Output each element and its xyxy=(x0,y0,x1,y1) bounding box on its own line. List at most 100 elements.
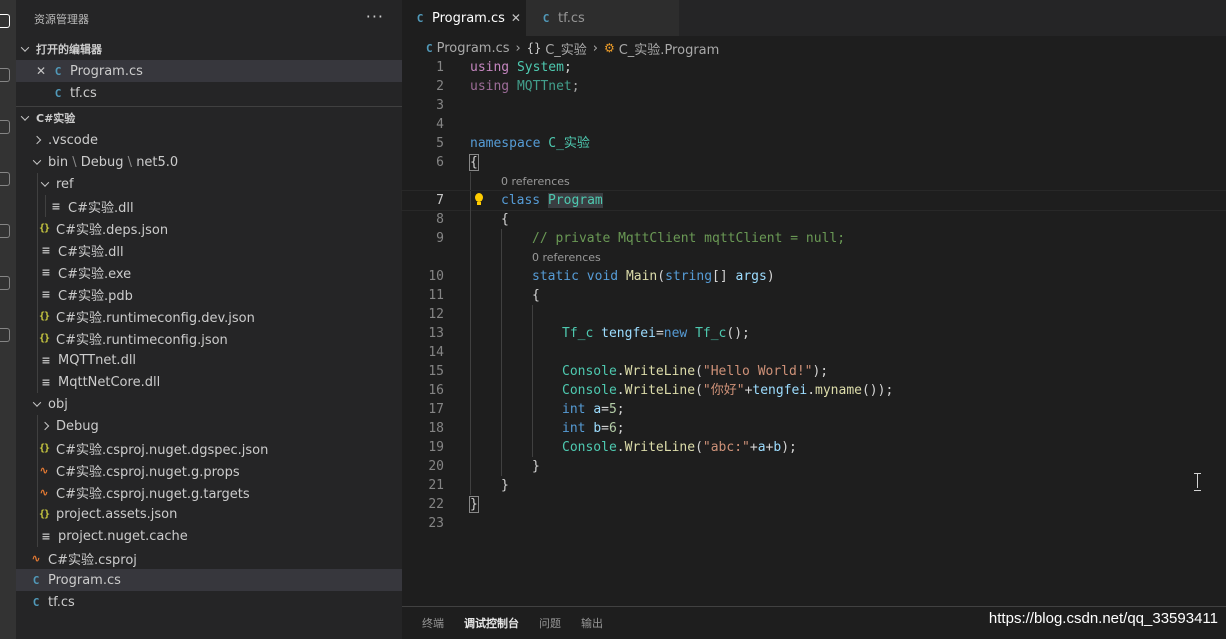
indent-guide xyxy=(37,437,38,459)
code-editor[interactable]: 1 using System; 2 using MQTTnet; 3 4 5 name… xyxy=(401,58,1226,533)
explorer-header: 资源管理器 ··· xyxy=(16,0,402,38)
file-label: C#实验.runtimeconfig.json xyxy=(56,332,228,348)
line-number: 20 xyxy=(428,459,444,474)
source-control-icon[interactable] xyxy=(0,120,10,134)
line-number: 22 xyxy=(428,497,444,512)
tree-file[interactable]: ∿ C#实验.csproj xyxy=(16,547,402,569)
chevron-right-icon xyxy=(32,129,42,151)
explorer-icon[interactable] xyxy=(0,14,10,28)
indent-guide xyxy=(37,371,38,393)
tree-file[interactable]: ∿ C#实验.csproj.nuget.g.props xyxy=(16,459,402,481)
indent-guide xyxy=(37,217,38,239)
close-icon[interactable]: ✕ xyxy=(511,11,521,25)
tab-output[interactable]: 输出 xyxy=(581,615,603,631)
tree-file[interactable]: ≡ MQTTnet.dll xyxy=(16,349,402,371)
more-actions-icon[interactable]: ··· xyxy=(366,9,384,25)
breadcrumb-class[interactable]: C_实验.Program xyxy=(619,39,720,58)
line-number: 13 xyxy=(428,326,444,341)
run-debug-icon[interactable] xyxy=(0,172,10,186)
workspace-folder-label: C#实验 xyxy=(36,112,76,125)
csharp-icon: C xyxy=(426,41,433,55)
file-label: C#实验.exe xyxy=(58,266,132,282)
line-number: 11 xyxy=(428,288,444,303)
code-text: } xyxy=(532,459,540,474)
code-text: static void Main(string[] args) xyxy=(532,269,775,284)
tree-folder[interactable]: obj xyxy=(16,393,402,415)
tree-file-selected[interactable]: C Program.cs xyxy=(16,569,402,591)
tree-file[interactable]: ≡ C#实验.dll xyxy=(16,239,402,261)
tree-file[interactable]: {} C#实验.runtimeconfig.dev.json xyxy=(16,305,402,327)
codelens-references[interactable]: 0 references xyxy=(532,248,601,267)
breadcrumb-namespace[interactable]: C_实验 xyxy=(545,39,587,58)
tree-folder[interactable]: .vscode xyxy=(16,129,402,151)
code-text: Console.WriteLine("Hello World!"); xyxy=(562,364,829,379)
explorer-sidebar: 资源管理器 ··· 打开的编辑器 ✕ C Program.cs C tf.cs … xyxy=(16,0,402,639)
code-line: 22} xyxy=(402,495,1226,514)
code-line: 23 xyxy=(402,514,1226,533)
line-number: 23 xyxy=(428,516,444,531)
file-lines-icon: ≡ xyxy=(41,353,51,367)
account-icon[interactable] xyxy=(0,328,10,342)
tree-file[interactable]: ≡ C#实验.dll xyxy=(16,195,402,217)
code-text: Console.WriteLine("abc:"+a+b); xyxy=(562,440,797,455)
codelens-references[interactable]: 0 references xyxy=(501,172,570,191)
folder-label: bin \ Debug \ net5.0 xyxy=(48,154,179,170)
indent-guide xyxy=(37,415,38,437)
open-editor-item[interactable]: ✕ C Program.cs xyxy=(16,60,402,82)
tree-folder[interactable]: ref xyxy=(16,173,402,195)
tree-folder[interactable]: bin \ Debug \ net5.0 xyxy=(16,151,402,173)
indent-guide xyxy=(37,525,38,547)
line-number: 10 xyxy=(428,269,444,284)
tree-file[interactable]: ≡ C#实验.pdb xyxy=(16,283,402,305)
code-text: Tf_c tengfei=new Tf_c(); xyxy=(562,326,750,341)
tree-file[interactable]: ≡ C#实验.exe xyxy=(16,261,402,283)
tree-file[interactable]: {} C#实验.deps.json xyxy=(16,217,402,239)
line-number: 6 xyxy=(436,155,444,170)
file-label: C#实验.csproj.nuget.g.targets xyxy=(56,486,250,502)
class-icon: ⚙ xyxy=(603,41,615,55)
json-icon: {} xyxy=(38,332,50,344)
code-line: 3 xyxy=(402,96,1226,115)
line-number: 14 xyxy=(428,345,444,360)
file-lines-icon: ≡ xyxy=(41,529,51,543)
file-label: MqttNetCore.dll xyxy=(58,374,161,390)
folder-label: obj xyxy=(48,396,68,412)
line-number: 19 xyxy=(428,440,444,455)
open-editor-label: Program.cs xyxy=(70,63,143,79)
lightbulb-icon[interactable] xyxy=(474,193,484,207)
file-label: project.assets.json xyxy=(56,506,178,522)
search-icon[interactable] xyxy=(0,68,10,82)
close-icon[interactable]: ✕ xyxy=(36,64,46,78)
open-editors-section[interactable]: 打开的编辑器 xyxy=(16,38,402,60)
tree-file[interactable]: {} C#实验.runtimeconfig.json xyxy=(16,327,402,349)
indent-guide xyxy=(37,459,38,481)
tree-file[interactable]: ≡ project.nuget.cache xyxy=(16,525,402,547)
tab-problems[interactable]: 问题 xyxy=(539,615,561,631)
tab-terminal[interactable]: 终端 xyxy=(422,615,444,631)
breadcrumb-file[interactable]: Program.cs xyxy=(437,41,510,56)
code-line: 10 static void Main(string[] args) xyxy=(402,267,1226,286)
tab-debug-console[interactable]: 调试控制台 xyxy=(464,615,519,631)
file-label: project.nuget.cache xyxy=(58,528,188,544)
indent-guide xyxy=(37,173,38,195)
chevron-down-icon xyxy=(32,151,42,173)
tree-file[interactable]: ≡ MqttNetCore.dll xyxy=(16,371,402,393)
tree-file[interactable]: {} project.assets.json xyxy=(16,503,402,525)
tab-program-cs[interactable]: C Program.cs ✕ xyxy=(402,0,531,36)
text-cursor-icon xyxy=(1194,473,1201,491)
tree-file[interactable]: {} C#实验.csproj.nuget.dgspec.json xyxy=(16,437,402,459)
rss-icon: ∿ xyxy=(39,463,49,477)
remote-icon[interactable] xyxy=(0,276,10,290)
open-editor-item[interactable]: C tf.cs xyxy=(16,82,402,104)
tree-file[interactable]: C tf.cs xyxy=(16,591,402,613)
file-label: C#实验.csproj xyxy=(48,552,137,568)
tab-tf-cs-content[interactable]: C tf.cs xyxy=(526,0,646,36)
tree-file[interactable]: ∿ C#实验.csproj.nuget.g.targets xyxy=(16,481,402,503)
indent-guide xyxy=(37,481,38,503)
code-text: int b=6; xyxy=(562,421,625,436)
code-text: using MQTTnet; xyxy=(470,79,580,94)
code-line: 11 { xyxy=(402,286,1226,305)
workspace-folder-section[interactable]: C#实验 xyxy=(16,107,402,129)
tree-folder[interactable]: Debug xyxy=(16,415,402,437)
extensions-icon[interactable] xyxy=(0,224,10,238)
